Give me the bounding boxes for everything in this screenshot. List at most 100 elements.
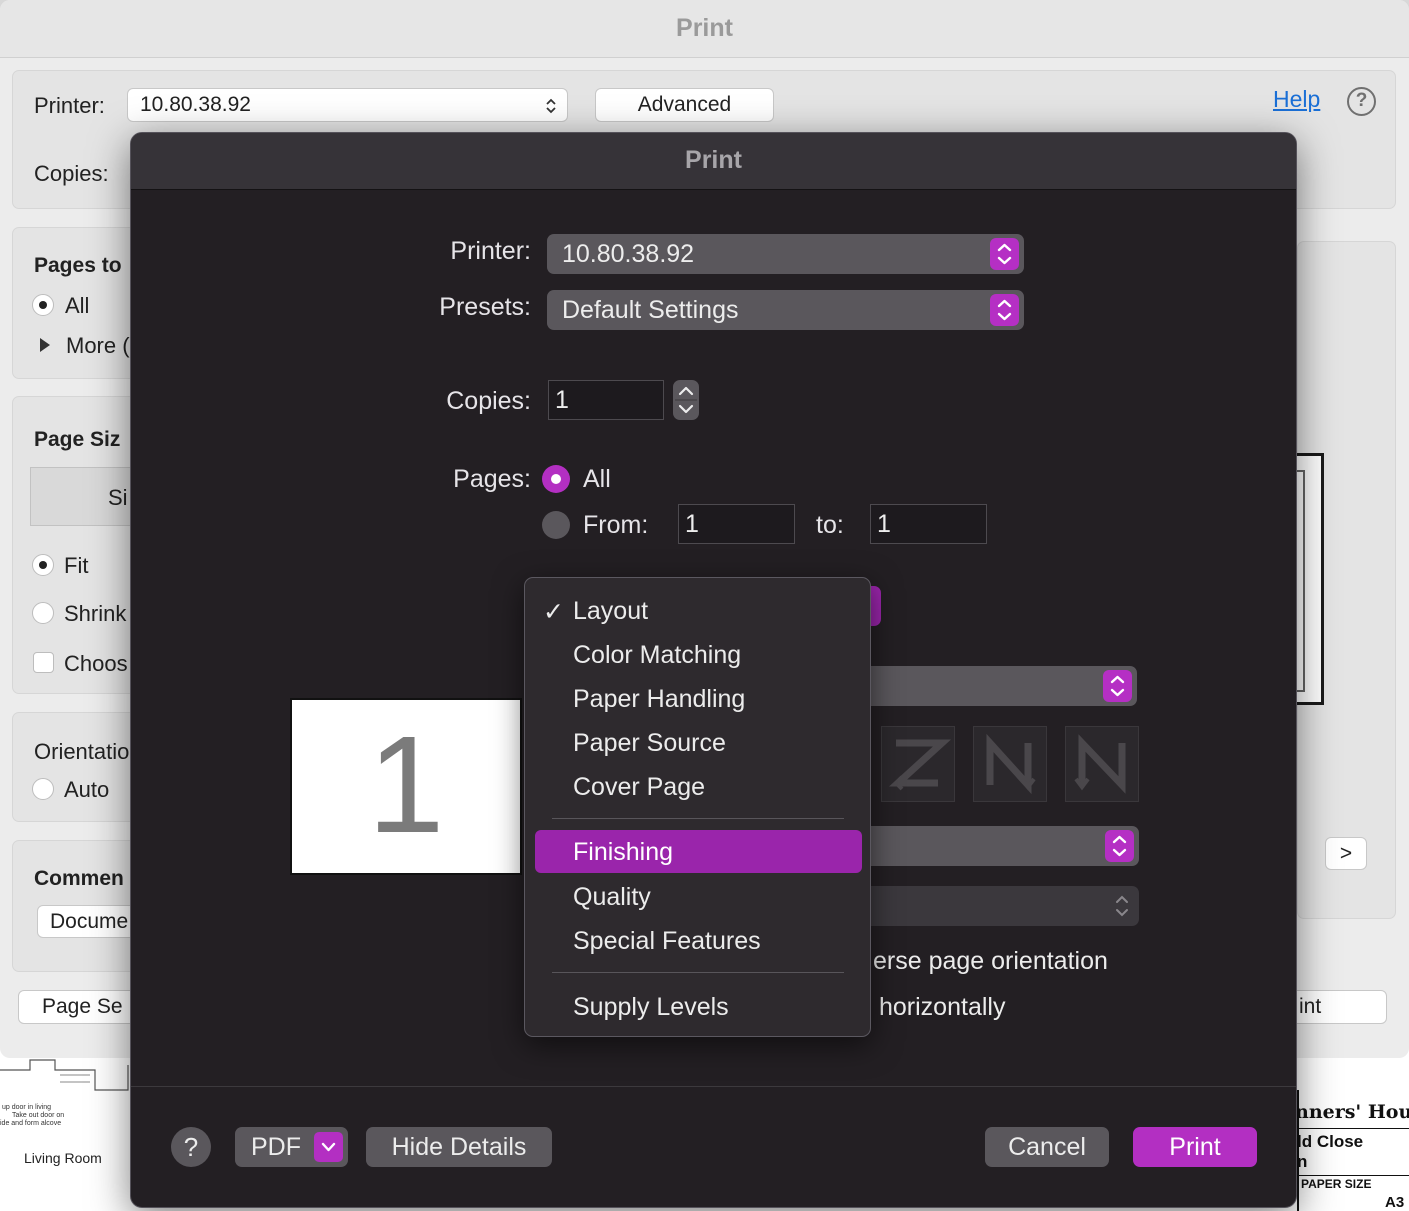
sheet-titlebar: Print [131,133,1296,190]
pages-from-field[interactable]: 1 [678,504,795,544]
page-preview-number: 1 [367,708,445,862]
back-page-setup-button[interactable]: Page Se [18,990,143,1024]
back-fit-radio[interactable] [32,554,54,576]
printer-popup[interactable]: 10.80.38.92 [547,234,1024,274]
blueprint-note-2: Take out door on [12,1112,65,1119]
pages-label: Pages: [453,465,531,493]
back-pages-all-radio[interactable] [32,294,54,316]
back-choose-label: Choos [64,651,128,676]
two-sided-updown-icon [1116,895,1128,917]
menu-item-finishing-label: Finishing [573,838,674,866]
menu-item-supply-levels[interactable]: Supply Levels [573,993,729,1022]
back-copies-label: Copies: [34,161,109,186]
checkmark-icon: ✓ [543,598,564,626]
back-printer-label: Printer: [34,93,105,118]
layout-direction-z-icon[interactable] [881,726,955,802]
pages-to-field[interactable]: 1 [870,504,987,544]
blueprint-note-1: up door in living [2,1104,52,1111]
pages-all-radio[interactable] [542,465,570,493]
menu-item-paper-source[interactable]: Paper Source [573,729,726,758]
blueprint-rule-2 [1299,1175,1409,1176]
menu-item-finishing[interactable]: Finishing [535,830,862,873]
back-window-title: Print [676,14,733,42]
back-page-size-heading: Page Siz [34,428,121,451]
blueprint-living-room: Living Room [24,1150,102,1166]
section-menu: ✓ Layout Color Matching Paper Handling P… [524,577,871,1037]
blueprint-note-3: ide and form alcove [0,1120,62,1127]
pages-per-sheet-updown-icon [1103,670,1132,702]
back-orientation-heading: Orientatio [34,739,130,764]
blueprint-rule [1299,1128,1409,1129]
back-size-button-label: Si [108,485,128,510]
chevron-down-icon [314,1132,343,1162]
back-fit-label: Fit [64,553,89,578]
copies-label: Copies: [446,387,531,415]
back-printer-select[interactable]: 10.80.38.92 [127,88,568,122]
back-help-icon[interactable]: ? [1347,87,1376,116]
back-auto-label: Auto [64,777,110,802]
back-orientation-panel [12,712,142,822]
back-comments-value: Docume [50,910,129,933]
back-pages-all-label: All [65,293,90,318]
sheet-title: Print [685,146,742,174]
back-more-options-label[interactable]: More ( [66,333,130,359]
two-sided-popup[interactable] [867,886,1139,926]
presets-popup[interactable]: Default Settings [547,290,1024,330]
flip-horizontally-label[interactable]: horizontally [879,993,1005,1022]
back-window-titlebar: Print [0,0,1409,58]
print-button[interactable]: Print [1133,1127,1257,1167]
back-preview-thumbnail [1297,453,1324,705]
pages-per-sheet-popup[interactable] [867,666,1137,706]
back-advanced-button[interactable]: Advanced [595,88,774,122]
presets-updown-icon [990,294,1019,326]
pages-from-radio[interactable] [542,511,570,539]
copies-field[interactable]: 1 [548,380,664,420]
menu-item-paper-handling[interactable]: Paper Handling [573,685,745,714]
blueprint-n: n [1297,1152,1308,1171]
menu-item-special-features[interactable]: Special Features [573,927,761,956]
blueprint-paper-size: PAPER SIZE [1301,1177,1372,1191]
menu-separator [552,972,844,973]
reverse-orientation-label[interactable]: erse page orientation [873,947,1108,976]
back-preview-page-edge [1297,470,1305,692]
printer-value: 10.80.38.92 [562,240,695,268]
layout-direction-s-icon[interactable] [973,726,1047,802]
disclosure-triangle-icon[interactable] [38,336,52,354]
menu-separator [552,818,844,819]
blueprint-owners-house: nners' Hou [1295,1101,1409,1123]
copies-stepper[interactable] [673,380,699,420]
hide-details-button[interactable]: Hide Details [366,1127,552,1167]
border-updown-icon [1105,830,1134,862]
back-printer-value: 10.80.38.92 [140,93,251,116]
back-shrink-label: Shrink [64,601,127,626]
layout-direction-n-icon[interactable] [1065,726,1139,802]
presets-label: Presets: [439,293,531,321]
blueprint-title-block: nners' Hou ld Close n PAPER SIZE A3 [1295,1090,1409,1211]
pdf-menu-button[interactable]: PDF [235,1127,348,1167]
printer-updown-icon [990,238,1019,270]
menu-item-cover-page[interactable]: Cover Page [573,773,705,802]
footer-divider [131,1086,1296,1087]
pages-all-label: All [583,465,611,493]
page-preview: 1 [290,698,522,875]
blueprint-close: ld Close [1297,1132,1364,1151]
menu-item-quality[interactable]: Quality [573,883,651,912]
back-help-link[interactable]: Help [1273,86,1320,113]
presets-value: Default Settings [562,296,739,324]
back-shrink-radio[interactable] [32,602,54,624]
pages-from-label: From: [583,511,649,539]
border-popup[interactable] [867,826,1139,866]
back-next-page-button[interactable]: > [1325,837,1367,870]
back-size-button[interactable]: Si [30,467,140,526]
back-auto-radio[interactable] [32,778,54,800]
pdf-label: PDF [251,1133,301,1161]
back-choose-checkbox[interactable] [33,652,54,673]
menu-item-layout[interactable]: Layout [573,597,648,626]
cancel-button[interactable]: Cancel [985,1127,1109,1167]
back-pages-heading: Pages to [34,254,122,277]
help-button[interactable]: ? [171,1127,211,1167]
blueprint-a3: A3 [1385,1194,1405,1211]
back-comments-heading: Commen [34,867,124,890]
menu-item-color-matching[interactable]: Color Matching [573,641,741,670]
pages-to-label: to: [816,511,844,539]
